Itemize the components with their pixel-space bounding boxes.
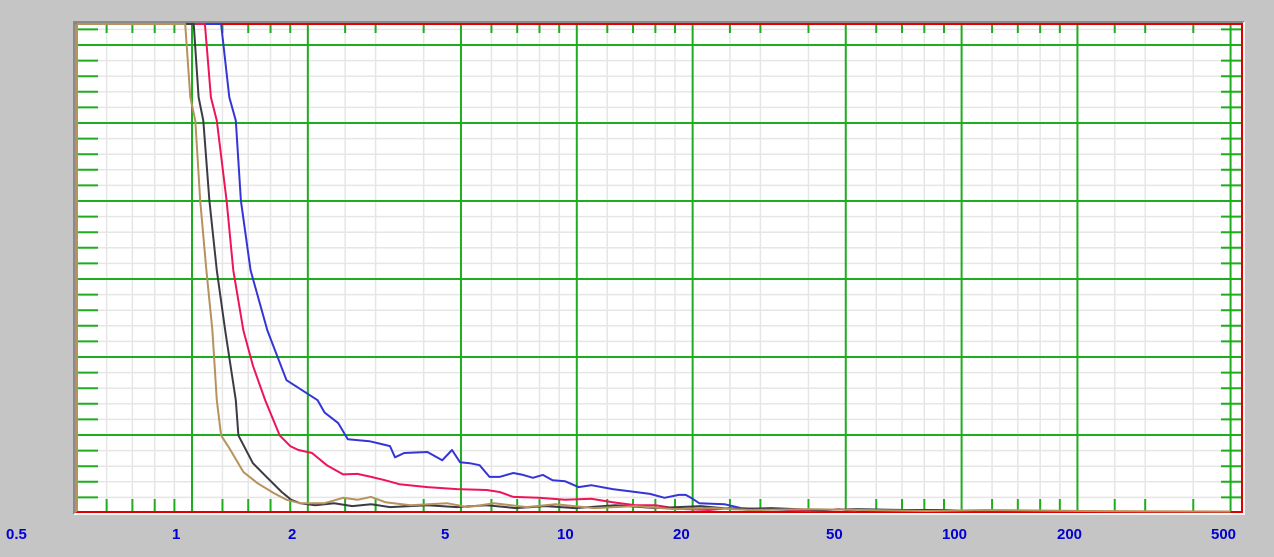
chart-canvas (75, 23, 1243, 513)
desktop-background: { "window": { "background_color": "#c5c5… (0, 0, 1274, 557)
x-tick-label-10: 10 (557, 526, 574, 543)
chart-panel (73, 21, 1245, 515)
x-tick-label-20: 20 (673, 526, 690, 543)
x-tick-label-5: 5 (441, 526, 449, 543)
x-tick-label-500: 500 (1211, 526, 1236, 543)
x-tick-label-1: 1 (172, 526, 180, 543)
x-tick-label-0.5: 0.5 (6, 526, 27, 543)
x-tick-label-200: 200 (1057, 526, 1082, 543)
series-blue (76, 24, 816, 510)
x-tick-label-50: 50 (826, 526, 843, 543)
x-tick-label-2: 2 (288, 526, 296, 543)
x-tick-label-100: 100 (942, 526, 967, 543)
series-crimson (76, 24, 855, 511)
